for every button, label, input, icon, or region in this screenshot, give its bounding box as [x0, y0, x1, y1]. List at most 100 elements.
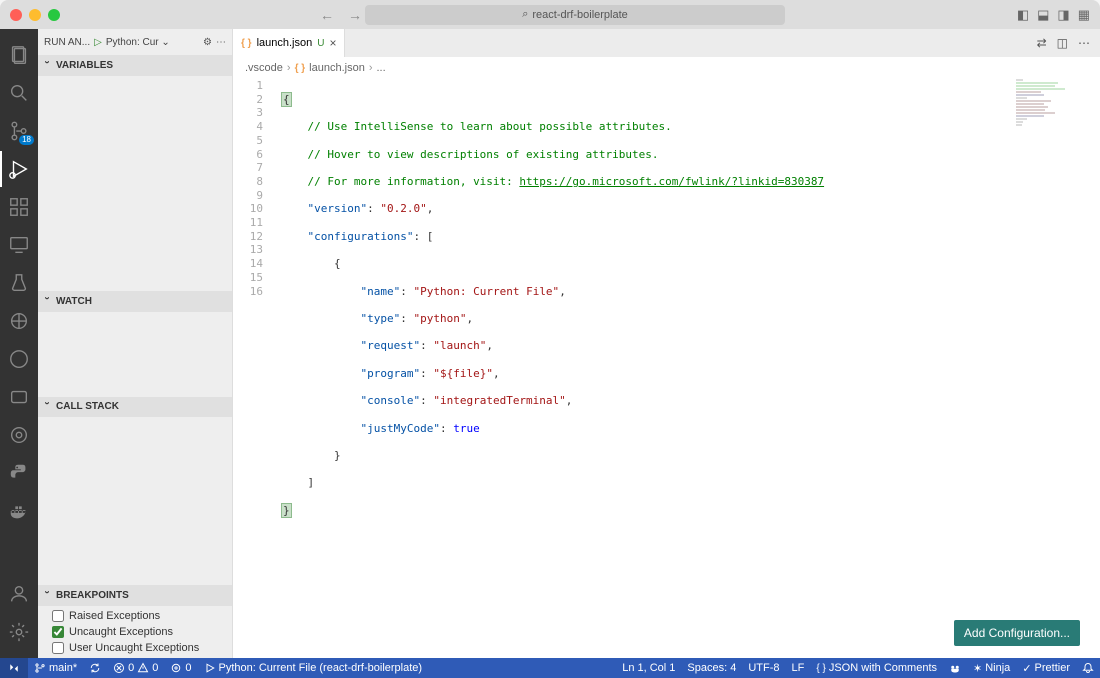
breakpoint-item[interactable]: Uncaught Exceptions: [38, 624, 232, 640]
status-ports[interactable]: 0: [164, 658, 197, 678]
search-text: react-drf-boilerplate: [532, 9, 627, 21]
activity-settings[interactable]: [0, 614, 38, 650]
activity-item-9[interactable]: [0, 379, 38, 415]
breadcrumb-separator: ›: [369, 62, 373, 74]
activity-testing[interactable]: [0, 265, 38, 301]
breakpoint-checkbox[interactable]: [52, 626, 64, 638]
activity-item-8[interactable]: [0, 341, 38, 377]
editor-body[interactable]: 12345678910111213141516 { // Use Intelli…: [233, 79, 1100, 658]
layout-customize-icon[interactable]: ▦: [1078, 7, 1090, 23]
code-content[interactable]: { // Use IntelliSense to learn about pos…: [281, 79, 1100, 658]
section-callstack-body: [38, 417, 232, 585]
status-sync[interactable]: [83, 658, 107, 678]
tab-git-status: U: [317, 38, 324, 49]
tabs-bar: { } launch.json U × ⇄ ◫ ⋯: [233, 29, 1100, 57]
chevron-down-icon: ›: [42, 591, 53, 601]
titlebar-right-actions: ◧ ⬓ ◨ ▦: [1017, 7, 1090, 23]
debug-header: RUN AN... ▷ Python: Cur ⌄ ⚙ ⋯: [38, 29, 232, 55]
activity-run-debug[interactable]: [0, 151, 38, 187]
debug-config-select[interactable]: Python: Cur ⌄: [106, 37, 199, 48]
status-remote[interactable]: [0, 658, 28, 678]
add-configuration-button[interactable]: Add Configuration...: [954, 620, 1080, 646]
nav-arrows: ← →: [320, 7, 362, 23]
layout-sidebar-left-icon[interactable]: ◧: [1017, 7, 1029, 23]
activity-source-control[interactable]: 18: [0, 113, 38, 149]
status-branch[interactable]: main*: [28, 658, 83, 678]
chevron-down-icon: ›: [42, 402, 53, 412]
config-gear-icon[interactable]: ⚙: [203, 37, 212, 48]
tab-close-icon[interactable]: ×: [329, 36, 336, 50]
json-file-icon: { }: [241, 38, 252, 49]
status-language-mode[interactable]: { } JSON with Comments: [810, 658, 943, 678]
breakpoint-label: Uncaught Exceptions: [69, 626, 173, 638]
section-callstack-label: CALL STACK: [56, 401, 119, 412]
status-notifications[interactable]: [1076, 658, 1100, 678]
chevron-down-icon: ›: [42, 296, 53, 306]
breakpoint-item[interactable]: User Uncaught Exceptions: [38, 640, 232, 656]
tab-filename: launch.json: [257, 37, 313, 49]
search-icon: ⌕: [522, 8, 528, 21]
section-watch-label: WATCH: [56, 296, 92, 307]
json-file-icon: { }: [295, 63, 306, 74]
breakpoint-checkbox[interactable]: [52, 642, 64, 654]
editor-more-icon[interactable]: ⋯: [1078, 36, 1090, 50]
debug-sidebar: RUN AN... ▷ Python: Cur ⌄ ⚙ ⋯ › VARIABLE…: [38, 29, 233, 658]
status-problems[interactable]: 0 0: [107, 658, 164, 678]
breadcrumb-folder[interactable]: .vscode: [245, 62, 283, 74]
breadcrumb[interactable]: .vscode › { } launch.json › ...: [233, 57, 1100, 79]
nav-forward-icon[interactable]: →: [348, 7, 362, 23]
activity-accounts[interactable]: [0, 576, 38, 612]
section-watch-body: [38, 312, 232, 397]
status-indentation[interactable]: Spaces: 4: [681, 658, 742, 678]
status-encoding[interactable]: UTF-8: [742, 658, 785, 678]
section-callstack-header[interactable]: › CALL STACK: [38, 397, 232, 418]
section-breakpoints-body: Raised Exceptions Uncaught Exceptions Us…: [38, 606, 232, 658]
status-cursor-position[interactable]: Ln 1, Col 1: [616, 658, 681, 678]
nav-back-icon[interactable]: ←: [320, 7, 334, 23]
layout-panel-icon[interactable]: ⬓: [1037, 7, 1049, 23]
activity-search[interactable]: [0, 75, 38, 111]
maximize-window-button[interactable]: [48, 9, 60, 21]
status-ninja[interactable]: ✶ Ninja: [967, 658, 1016, 678]
command-center[interactable]: ⌕ react-drf-boilerplate: [365, 5, 785, 25]
start-debugging-icon[interactable]: ▷: [94, 37, 102, 48]
activity-python[interactable]: [0, 455, 38, 491]
breakpoint-label: User Uncaught Exceptions: [69, 642, 199, 654]
section-breakpoints-label: BREAKPOINTS: [56, 590, 129, 601]
activity-remote-explorer[interactable]: [0, 227, 38, 263]
breakpoint-item[interactable]: Raised Exceptions: [38, 608, 232, 624]
breadcrumb-trail[interactable]: ...: [376, 62, 385, 74]
activity-item-10[interactable]: [0, 417, 38, 453]
section-variables-label: VARIABLES: [56, 60, 113, 71]
status-debug-target[interactable]: Python: Current File (react-drf-boilerpl…: [198, 658, 429, 678]
compare-changes-icon[interactable]: ⇄: [1037, 36, 1047, 50]
breadcrumb-separator: ›: [287, 62, 291, 74]
split-editor-icon[interactable]: ◫: [1057, 36, 1068, 50]
more-actions-icon[interactable]: ⋯: [216, 37, 226, 48]
run-and-debug-label: RUN AN...: [44, 37, 90, 48]
activity-extensions[interactable]: [0, 189, 38, 225]
minimize-window-button[interactable]: [29, 9, 41, 21]
tab-launch-json[interactable]: { } launch.json U ×: [233, 29, 345, 57]
breakpoint-label: Raised Exceptions: [69, 610, 160, 622]
section-watch-header[interactable]: › WATCH: [38, 291, 232, 312]
section-breakpoints-header[interactable]: › BREAKPOINTS: [38, 585, 232, 606]
activity-explorer[interactable]: [0, 37, 38, 73]
close-window-button[interactable]: [10, 9, 22, 21]
activity-docker[interactable]: [0, 493, 38, 529]
status-bar: main* 0 0 0 Python: Current File (react-…: [0, 658, 1100, 678]
section-variables-header[interactable]: › VARIABLES: [38, 55, 232, 76]
breakpoint-checkbox[interactable]: [52, 610, 64, 622]
status-eol[interactable]: LF: [786, 658, 811, 678]
status-copilot[interactable]: [943, 658, 967, 678]
layout-sidebar-right-icon[interactable]: ◨: [1057, 7, 1069, 23]
activity-item-7[interactable]: [0, 303, 38, 339]
scm-badge: 18: [19, 135, 34, 145]
title-bar: ← → ⌕ react-drf-boilerplate ◧ ⬓ ◨ ▦: [0, 0, 1100, 29]
status-prettier[interactable]: ✓ Prettier: [1016, 658, 1076, 678]
editor-actions: ⇄ ◫ ⋯: [1037, 36, 1100, 50]
traffic-lights: [10, 9, 60, 21]
activity-bar: 18: [0, 29, 38, 658]
breadcrumb-file[interactable]: launch.json: [309, 62, 365, 74]
chevron-down-icon: ›: [42, 61, 53, 71]
